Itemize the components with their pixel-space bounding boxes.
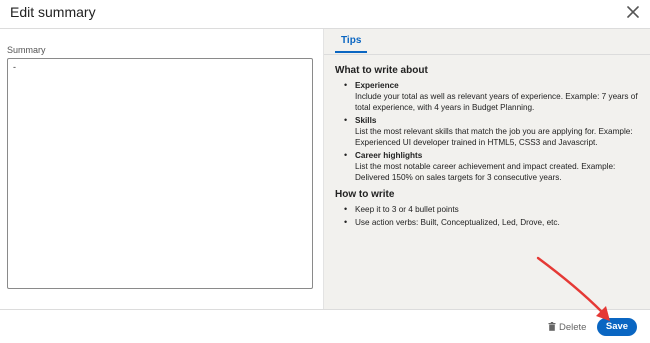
dialog-header: Edit summary (0, 0, 650, 29)
section-heading: How to write (335, 189, 395, 200)
tips-body: What to write about Experience Include y… (335, 65, 645, 230)
list-item: Experience Include your total as well as… (344, 80, 645, 113)
list-item: Career highlights List the most notable … (344, 150, 645, 183)
tips-list: Keep it to 3 or 4 bullet points Use acti… (335, 204, 645, 228)
dialog-title: Edit summary (10, 4, 96, 20)
tip-text: List the most notable career achievement… (355, 162, 616, 182)
tip-text: List the most relevant skills that match… (355, 127, 633, 147)
tip-title: Experience (355, 81, 399, 90)
trash-icon (548, 322, 556, 331)
edit-summary-dialog: Edit summary Summary - Tips What to writ… (0, 0, 650, 343)
tip-title: Career highlights (355, 151, 423, 160)
tips-list: Experience Include your total as well as… (335, 80, 645, 183)
tab-tips[interactable]: Tips (335, 33, 368, 53)
close-icon[interactable] (624, 3, 642, 21)
tips-tabbar: Tips (324, 29, 650, 55)
delete-label: Delete (559, 322, 587, 333)
list-item: Keep it to 3 or 4 bullet points (344, 204, 645, 215)
summary-panel: Summary - (0, 29, 323, 309)
section-heading: What to write about (335, 65, 428, 76)
tip-text: Include your total as well as relevant y… (355, 92, 638, 112)
tips-panel: Tips What to write about Experience Incl… (323, 29, 650, 309)
tip-text: Use action verbs: Built, Conceptualized,… (355, 218, 560, 227)
list-item: Skills List the most relevant skills tha… (344, 115, 645, 148)
tip-title: Skills (355, 116, 377, 125)
tip-text: Keep it to 3 or 4 bullet points (355, 205, 459, 214)
list-item: Use action verbs: Built, Conceptualized,… (344, 217, 645, 228)
delete-button[interactable]: Delete (548, 322, 586, 333)
summary-label: Summary (7, 45, 46, 55)
summary-textarea[interactable]: - (7, 58, 313, 289)
dialog-footer: Delete Save (0, 309, 650, 343)
save-button[interactable]: Save (597, 318, 637, 336)
